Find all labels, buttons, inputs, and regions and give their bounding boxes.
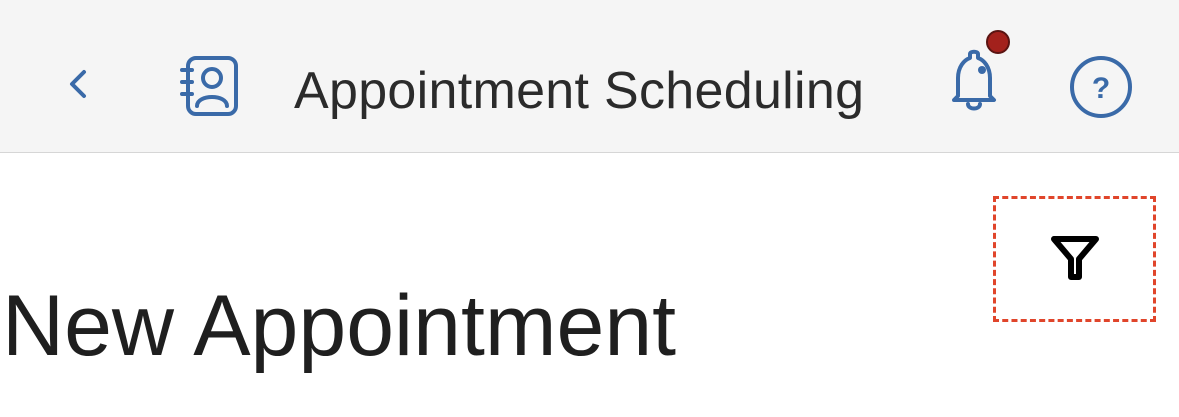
notification-badge bbox=[986, 30, 1010, 54]
filter-button[interactable] bbox=[993, 196, 1156, 322]
help-button[interactable]: ? bbox=[1068, 54, 1134, 120]
page-title: New Appointment bbox=[2, 278, 677, 374]
app-root: Appointment Scheduling ? New Appointment bbox=[0, 0, 1179, 417]
chevron-left-icon bbox=[70, 70, 86, 98]
help-circle-icon: ? bbox=[1070, 56, 1132, 118]
help-glyph: ? bbox=[1092, 72, 1110, 105]
app-header: Appointment Scheduling ? bbox=[0, 0, 1179, 153]
back-button[interactable] bbox=[48, 54, 108, 114]
filter-icon bbox=[1050, 236, 1099, 280]
contact-book-icon bbox=[180, 56, 238, 116]
header-title: Appointment Scheduling bbox=[294, 62, 865, 120]
